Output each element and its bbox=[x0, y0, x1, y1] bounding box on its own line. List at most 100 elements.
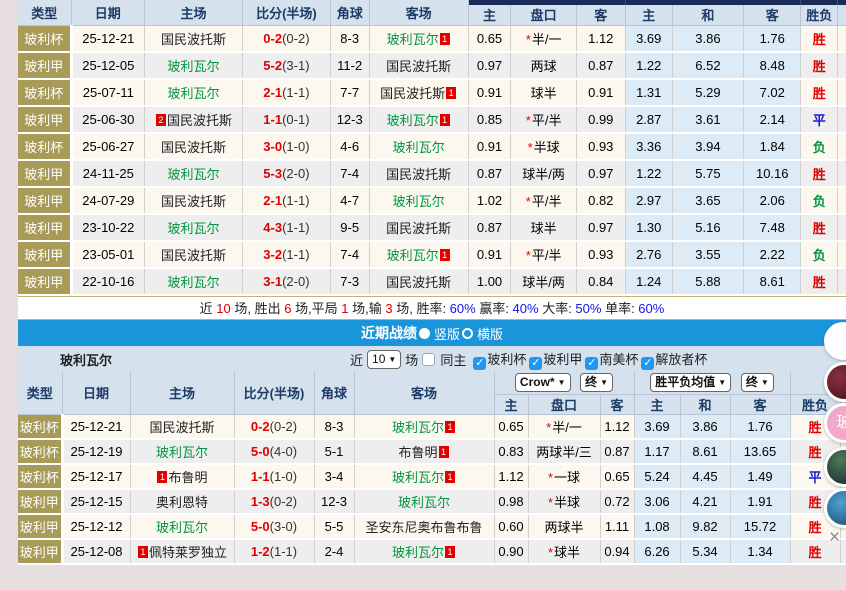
red-card-badge: 1 bbox=[445, 421, 455, 433]
full-score: 2-1 bbox=[263, 85, 282, 100]
home-team-cell: 玻利瓦尔 bbox=[145, 52, 243, 79]
home-team-cell: 玻利瓦尔 bbox=[145, 268, 243, 295]
full-score: 5-3 bbox=[263, 166, 282, 181]
summary-segment: 40% bbox=[513, 301, 539, 316]
eu-home-odds: 2.97 bbox=[625, 187, 672, 214]
ah-line-cell: 球半/两 bbox=[511, 160, 576, 187]
close-icon[interactable]: × bbox=[829, 528, 840, 547]
ah-line-cell: *半球 bbox=[528, 489, 600, 514]
eu-draw-odds: 4.21 bbox=[680, 489, 730, 514]
match-row: 玻利甲25-12-081佩特莱罗独立1-2(1-1)2-4玻利瓦尔10.90*球… bbox=[18, 539, 846, 564]
eu-home-odds: 3.36 bbox=[625, 133, 672, 160]
radio-vertical-label[interactable]: 竖版 bbox=[434, 324, 460, 343]
col-eu-home: 主 bbox=[634, 394, 680, 414]
team-name[interactable]: 玻利瓦尔 bbox=[387, 32, 439, 47]
col-eu-draw: 和 bbox=[672, 5, 743, 25]
checkbox-checked-icon[interactable]: ✓ bbox=[529, 357, 542, 370]
col-corner: 角球 bbox=[330, 0, 369, 25]
date-cell: 25-12-12 bbox=[62, 514, 130, 539]
league-filter-label: 玻利杯 bbox=[487, 352, 526, 367]
final-odds-select-a[interactable]: 终▼ bbox=[580, 373, 613, 392]
team-name[interactable]: 国民波托斯 bbox=[161, 32, 226, 47]
team-name[interactable]: 国民波托斯 bbox=[161, 194, 226, 209]
team-name[interactable]: 玻利瓦尔 bbox=[168, 275, 220, 290]
team-name[interactable]: 玻利瓦尔 bbox=[393, 194, 445, 209]
checkbox-checked-icon[interactable]: ✓ bbox=[641, 357, 654, 370]
eu-home-odds: 1.17 bbox=[634, 439, 680, 464]
ah-line-text: 平/半 bbox=[532, 248, 562, 263]
team-name[interactable]: 玻利瓦尔 bbox=[156, 520, 208, 535]
away-team-cell: 国民波托斯 bbox=[369, 268, 468, 295]
team-name[interactable]: 玻利瓦尔 bbox=[168, 59, 220, 74]
team-name[interactable]: 国民波托斯 bbox=[386, 221, 451, 236]
eu-draw-odds: 3.61 bbox=[672, 106, 743, 133]
bookmaker-select[interactable]: Crow*▼ bbox=[515, 373, 571, 392]
team-name[interactable]: 国民波托斯 bbox=[161, 140, 226, 155]
score-cell: 3-2(1-1) bbox=[243, 241, 331, 268]
team-name[interactable]: 布鲁明 bbox=[398, 445, 437, 460]
team-name[interactable]: 奥利恩特 bbox=[156, 495, 208, 510]
red-card-badge: 2 bbox=[156, 114, 166, 126]
radio-horizontal-icon[interactable] bbox=[462, 328, 473, 339]
eu-draw-odds: 6.52 bbox=[672, 52, 743, 79]
team-name[interactable]: 国民波托斯 bbox=[149, 420, 214, 435]
half-score: (1-1) bbox=[282, 193, 309, 208]
date-cell: 25-12-19 bbox=[62, 439, 130, 464]
home-team-cell: 国民波托斯 bbox=[145, 187, 243, 214]
eu-draw-odds: 8.61 bbox=[680, 439, 730, 464]
team-name[interactable]: 布鲁明 bbox=[168, 470, 207, 485]
radio-horizontal-label[interactable]: 横版 bbox=[477, 324, 503, 343]
league-filter-label: 南美杯 bbox=[599, 352, 638, 367]
team-name[interactable]: 佩特莱罗独立 bbox=[149, 545, 227, 560]
star-icon: * bbox=[546, 420, 551, 435]
team-name[interactable]: 国民波托斯 bbox=[167, 113, 232, 128]
match-count-select[interactable]: 10▼ bbox=[367, 350, 401, 369]
team-name[interactable]: 玻利瓦尔 bbox=[393, 140, 445, 155]
ah-line-cell: 球半 bbox=[511, 79, 576, 106]
full-score: 2-1 bbox=[263, 193, 282, 208]
half-score: (0-1) bbox=[282, 112, 309, 127]
team-name[interactable]: 国民波托斯 bbox=[161, 248, 226, 263]
average-select[interactable]: 胜平负均值▼ bbox=[650, 373, 731, 392]
full-score: 1-2 bbox=[251, 544, 270, 559]
team-name[interactable]: 玻利瓦尔 bbox=[168, 86, 220, 101]
full-score: 5-0 bbox=[251, 519, 270, 534]
league-filter-item: ✓玻利杯 bbox=[473, 352, 526, 367]
ah-line-text: 平/半 bbox=[532, 194, 562, 209]
radio-vertical-icon[interactable] bbox=[419, 328, 430, 339]
team-name[interactable]: 国民波托斯 bbox=[386, 275, 451, 290]
red-card-badge: 1 bbox=[440, 33, 450, 45]
team-name[interactable]: 玻利瓦尔 bbox=[398, 495, 450, 510]
team-name[interactable]: 玻利瓦尔 bbox=[392, 545, 444, 560]
checkbox-checked-icon[interactable]: ✓ bbox=[473, 357, 486, 370]
red-card-badge: 1 bbox=[440, 249, 450, 261]
summary-segment: 单率: bbox=[601, 301, 638, 316]
match-count-value: 10 bbox=[372, 352, 385, 366]
summary-segment: 赢率: bbox=[476, 301, 513, 316]
team-name[interactable]: 玻利瓦尔 bbox=[168, 167, 220, 182]
half-score: (2-0) bbox=[282, 166, 309, 181]
team-name[interactable]: 玻利瓦尔 bbox=[387, 248, 439, 263]
team-name[interactable]: 玻利瓦尔 bbox=[168, 221, 220, 236]
ah-line-text: 球半/两 bbox=[522, 167, 565, 182]
team-name[interactable]: 圣安东尼奥布鲁布鲁 bbox=[365, 520, 482, 535]
team-name[interactable]: 国民波托斯 bbox=[386, 59, 451, 74]
team-name[interactable]: 玻利瓦尔 bbox=[156, 445, 208, 460]
result-cell: 负 bbox=[801, 241, 838, 268]
star-icon: * bbox=[526, 194, 531, 209]
red-card-badge: 1 bbox=[440, 114, 450, 126]
final-odds-select-b[interactable]: 终▼ bbox=[741, 373, 774, 392]
team-name[interactable]: 玻利瓦尔 bbox=[392, 470, 444, 485]
ah-home-odds: 1.12 bbox=[494, 464, 528, 489]
team-name[interactable]: 国民波托斯 bbox=[386, 167, 451, 182]
team-name[interactable]: 玻利瓦尔 bbox=[387, 113, 439, 128]
eu-away-odds: 15.72 bbox=[730, 514, 790, 539]
eu-away-odds: 8.48 bbox=[744, 52, 801, 79]
team-name[interactable]: 玻利瓦尔 bbox=[392, 420, 444, 435]
league-filter-item: ✓南美杯 bbox=[585, 352, 638, 367]
ah-line-text: 两球半/三 bbox=[536, 445, 592, 460]
same-home-checkbox[interactable] bbox=[422, 353, 435, 366]
checkbox-checked-icon[interactable]: ✓ bbox=[585, 357, 598, 370]
team-name[interactable]: 国民波托斯 bbox=[380, 86, 445, 101]
home-team-cell: 玻利瓦尔 bbox=[130, 514, 234, 539]
